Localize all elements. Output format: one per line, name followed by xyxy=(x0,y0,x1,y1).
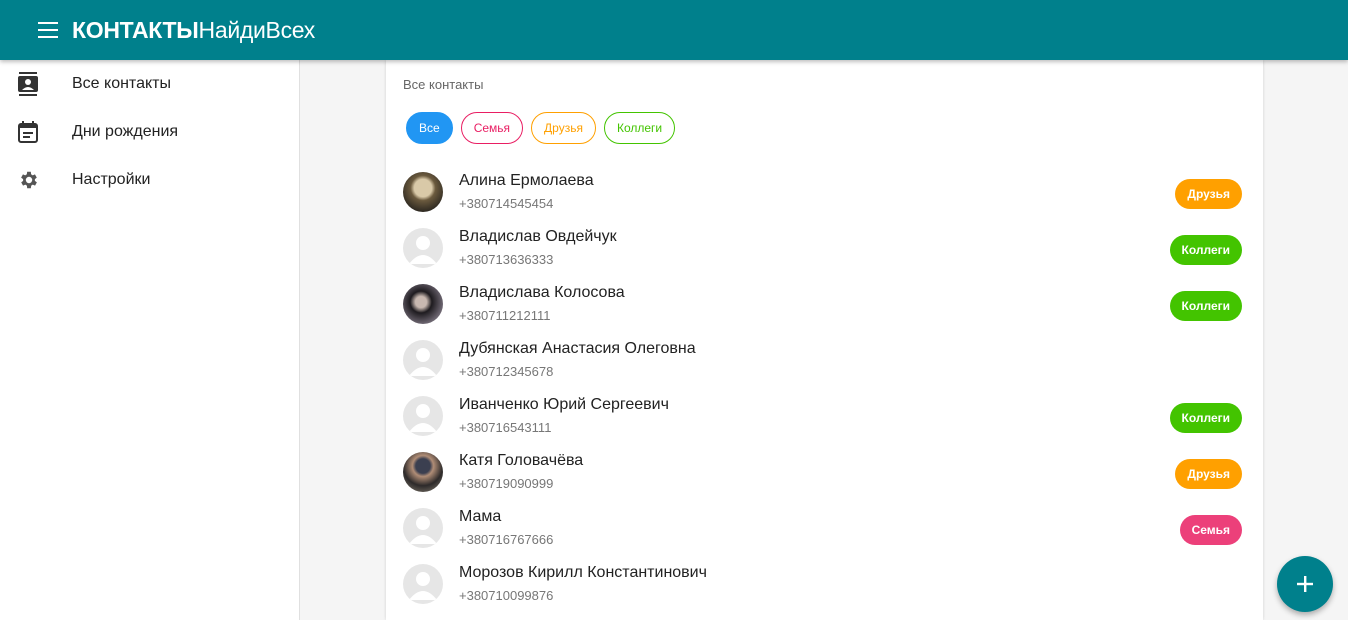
contact-tag: Семья xyxy=(1179,515,1242,545)
contact-phone: +380713636333 xyxy=(459,252,554,267)
contact-tag: Коллеги xyxy=(1169,291,1242,321)
contact-name: Катя Головачёва xyxy=(459,452,584,469)
contacts-card: Все контакты Все Семья Друзья Коллеги Ал… xyxy=(386,60,1263,620)
contact-phone: +380712345678 xyxy=(459,364,554,379)
contact-row[interactable]: Катя Головачёва +380719090999 Друзья xyxy=(386,444,1263,500)
app-title-rest: НайдиВсех xyxy=(198,16,316,43)
contact-row[interactable]: Алина Ермолаева +380714545454 Друзья xyxy=(386,164,1263,220)
sidebar-item-all-contacts[interactable]: Все контакты xyxy=(0,60,299,108)
contact-name: Мама xyxy=(459,508,502,525)
contact-tag: Коллеги xyxy=(1169,403,1242,433)
contact-tag: Друзья xyxy=(1175,179,1242,209)
add-contact-button[interactable] xyxy=(1277,556,1333,612)
contact-phone: +380716767666 xyxy=(459,532,554,547)
contact-row[interactable]: Дубянская Анастасия Олеговна +3807123456… xyxy=(386,332,1263,388)
sidebar-item-label: Дни рождения xyxy=(72,123,179,140)
calendar-icon xyxy=(0,121,72,143)
app-title: КОНТАКТЫНайдиВсех xyxy=(72,17,315,44)
app-title-bold: КОНТАКТЫ xyxy=(72,16,199,43)
avatar xyxy=(403,452,443,492)
gear-icon xyxy=(0,169,72,191)
contact-phone: +380719090999 xyxy=(459,476,554,491)
sidebar-item-settings[interactable]: Настройки xyxy=(0,156,299,204)
contact-name: Алина Ермолаева xyxy=(459,172,594,189)
avatar-placeholder-icon xyxy=(403,340,443,380)
app-bar: КОНТАКТЫНайдиВсех xyxy=(0,0,1348,60)
menu-icon[interactable] xyxy=(38,22,60,38)
plus-icon xyxy=(1297,576,1313,592)
filter-chip-colleagues[interactable]: Коллеги xyxy=(603,112,676,144)
contact-row[interactable]: Морозов Кирилл Константинович +380710099… xyxy=(386,556,1263,612)
contact-row[interactable]: Владислава Колосова +380711212111 Коллег… xyxy=(386,276,1263,332)
filter-chips: Все Семья Друзья Коллеги xyxy=(406,112,676,144)
sidebar-item-birthdays[interactable]: Дни рождения xyxy=(0,108,299,156)
avatar-placeholder-icon xyxy=(403,508,443,548)
contact-name: Владислав Овдейчук xyxy=(459,228,617,245)
avatar-placeholder-icon xyxy=(403,396,443,436)
avatar xyxy=(403,284,443,324)
avatar xyxy=(403,172,443,212)
filter-chip-all[interactable]: Все xyxy=(406,112,453,144)
contact-phone: +380716543111 xyxy=(459,420,552,435)
contact-tag: Друзья xyxy=(1175,459,1242,489)
contact-name: Дубянская Анастасия Олеговна xyxy=(459,340,696,357)
contact-phone: +380710099876 xyxy=(459,588,554,603)
page-title: Все контакты xyxy=(403,77,484,92)
contact-row[interactable]: Владислав Овдейчук +380713636333 Коллеги xyxy=(386,220,1263,276)
filter-chip-friends[interactable]: Друзья xyxy=(531,112,596,144)
contact-name: Морозов Кирилл Константинович xyxy=(459,564,707,581)
contact-list: Алина Ермолаева +380714545454 Друзья Вла… xyxy=(386,164,1263,612)
contact-name: Владислава Колосова xyxy=(459,284,625,301)
contact-tag: Коллеги xyxy=(1169,235,1242,265)
filter-chip-family[interactable]: Семья xyxy=(460,112,524,144)
avatar-placeholder-icon xyxy=(403,564,443,604)
sidebar-item-label: Настройки xyxy=(72,171,151,188)
contact-row[interactable]: Иванченко Юрий Сергеевич +380716543111 К… xyxy=(386,388,1263,444)
sidebar-item-label: Все контакты xyxy=(72,75,171,92)
contacts-icon xyxy=(0,72,72,96)
contact-row[interactable]: Мама +380716767666 Семья xyxy=(386,500,1263,556)
contact-phone: +380714545454 xyxy=(459,196,554,211)
contact-name: Иванченко Юрий Сергеевич xyxy=(459,396,669,413)
sidebar: Все контакты Дни рождения Настройки xyxy=(0,60,300,620)
avatar-placeholder-icon xyxy=(403,228,443,268)
contact-phone: +380711212111 xyxy=(459,308,551,323)
